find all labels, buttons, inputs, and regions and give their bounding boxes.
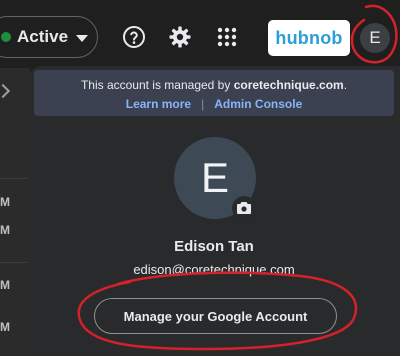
managed-account-banner: This account is managed by coretechnique… (34, 70, 394, 116)
list-divider (0, 262, 30, 263)
learn-more-link[interactable]: Learn more (126, 97, 191, 111)
apps-grid-icon (217, 27, 237, 47)
brand-logo[interactable]: hub nob (268, 20, 350, 56)
list-item-letter: M (0, 195, 10, 209)
camera-icon (237, 202, 251, 214)
managed-notice: This account is managed by coretechnique… (34, 78, 394, 92)
list-divider (0, 178, 30, 179)
link-separator: | (201, 97, 205, 111)
account-name: Edison Tan (174, 238, 254, 255)
manage-google-account-button[interactable]: Manage your Google Account (94, 298, 337, 334)
profile-avatar-initial: E (200, 154, 229, 201)
status-dot-icon (1, 32, 11, 42)
help-button[interactable] (121, 24, 147, 50)
brand-logo-text-b: nob (309, 27, 343, 48)
managed-domain: coretechnique.com (233, 78, 344, 92)
help-circle-icon (123, 26, 145, 48)
brand-logo-text-a: hub (275, 27, 309, 48)
avatar-initial: E (369, 28, 381, 47)
account-email: edison@coretechnique.com (133, 262, 295, 277)
chevron-down-icon (76, 34, 89, 42)
list-item-letter: M (0, 320, 10, 334)
managed-notice-prefix: This account is managed by (80, 78, 234, 92)
left-mail-list-strip (0, 68, 30, 356)
status-label: Active (17, 27, 69, 46)
account-panel: This account is managed by coretechnique… (28, 66, 400, 356)
top-bar: Active hub nob E (0, 0, 400, 68)
account-avatar-button[interactable]: E (360, 23, 390, 53)
apps-button[interactable] (214, 24, 240, 50)
banner-links: Learn more | Admin Console (34, 97, 394, 111)
change-photo-button[interactable] (232, 196, 256, 220)
admin-console-link[interactable]: Admin Console (214, 97, 302, 111)
list-item-letter: M (0, 278, 10, 292)
list-item-letter: M (0, 223, 10, 237)
managed-notice-suffix: . (343, 78, 348, 92)
status-dropdown[interactable]: Active (0, 16, 98, 58)
settings-button[interactable] (167, 24, 193, 50)
gear-icon (169, 26, 191, 48)
